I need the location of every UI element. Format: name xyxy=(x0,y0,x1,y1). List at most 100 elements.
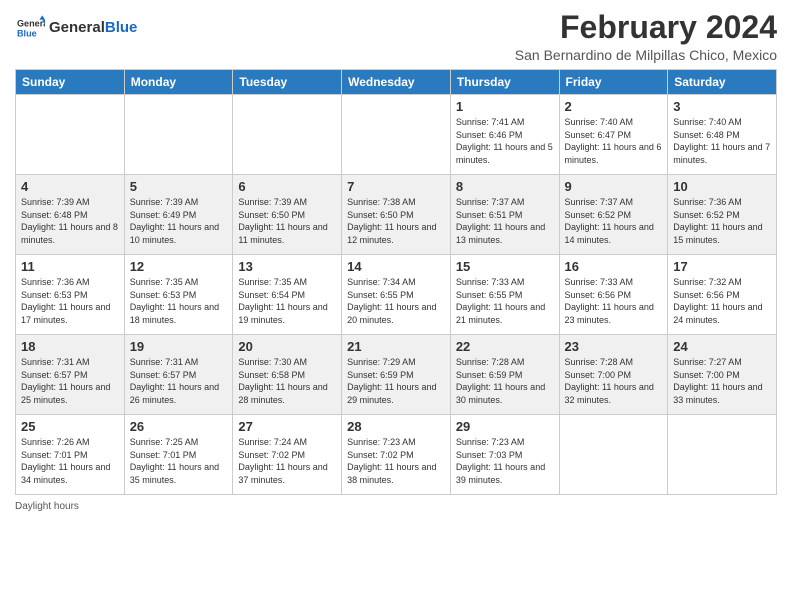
calendar-cell: 28Sunrise: 7:23 AM Sunset: 7:02 PM Dayli… xyxy=(342,415,451,495)
day-number: 16 xyxy=(565,259,663,274)
calendar-header-row: SundayMondayTuesdayWednesdayThursdayFrid… xyxy=(16,70,777,95)
day-info: Sunrise: 7:34 AM Sunset: 6:55 PM Dayligh… xyxy=(347,276,445,326)
calendar-week-row: 11 Sunrise: 7:36 AM Sunset: 6:53 PM Dayli… xyxy=(16,255,777,335)
day-info: Sunrise: 7:37 AM Sunset: 6:51 PM Dayligh… xyxy=(456,196,554,246)
day-info: Sunrise: 7:26 AM Sunset: 7:01 PM Dayligh… xyxy=(21,436,119,486)
day-info: Sunrise: 7:32 AM Sunset: 6:56 PM Dayligh… xyxy=(673,276,771,326)
calendar-cell: 12 Sunrise: 7:35 AM Sunset: 6:53 PM Dayli… xyxy=(124,255,233,335)
calendar-cell xyxy=(233,95,342,175)
calendar-table: SundayMondayTuesdayWednesdayThursdayFrid… xyxy=(15,69,777,495)
calendar-cell: 4Sunrise: 7:39 AM Sunset: 6:48 PM Daylig… xyxy=(16,175,125,255)
calendar-cell xyxy=(16,95,125,175)
calendar-cell: 23 Sunrise: 7:28 AM Sunset: 7:00 PM Dayli… xyxy=(559,335,668,415)
day-number: 26 xyxy=(130,419,228,434)
day-number: 24 xyxy=(673,339,771,354)
header: General Blue GeneralBlue February 2024 S… xyxy=(15,10,777,63)
footer: Daylight hours xyxy=(15,501,777,512)
day-info: Sunrise: 7:39 AM Sunset: 6:50 PM Dayligh… xyxy=(238,196,336,246)
logo-icon: General Blue xyxy=(17,14,45,42)
day-info: Sunrise: 7:38 AM Sunset: 6:50 PM Dayligh… xyxy=(347,196,445,246)
day-info: Sunrise: 7:33 AM Sunset: 6:56 PM Dayligh… xyxy=(565,276,663,326)
day-info: Sunrise: 7:36 AM Sunset: 6:53 PM Dayligh… xyxy=(21,276,119,326)
weekday-header: Sunday xyxy=(16,70,125,95)
calendar-cell: 19 Sunrise: 7:31 AM Sunset: 6:57 PM Dayli… xyxy=(124,335,233,415)
calendar-cell xyxy=(342,95,451,175)
calendar-cell: 20Sunrise: 7:30 AM Sunset: 6:58 PM Dayli… xyxy=(233,335,342,415)
day-info: Sunrise: 7:28 AM Sunset: 7:00 PM Dayligh… xyxy=(565,356,663,406)
day-number: 2 xyxy=(565,99,663,114)
day-number: 6 xyxy=(238,179,336,194)
day-number: 5 xyxy=(130,179,228,194)
day-info: Sunrise: 7:41 AM Sunset: 6:46 PM Dayligh… xyxy=(456,116,554,166)
calendar-cell: 2 Sunrise: 7:40 AM Sunset: 6:47 PM Daylig… xyxy=(559,95,668,175)
day-info: Sunrise: 7:30 AM Sunset: 6:58 PM Dayligh… xyxy=(238,356,336,406)
day-info: Sunrise: 7:24 AM Sunset: 7:02 PM Dayligh… xyxy=(238,436,336,486)
calendar-week-row: 4Sunrise: 7:39 AM Sunset: 6:48 PM Daylig… xyxy=(16,175,777,255)
day-number: 19 xyxy=(130,339,228,354)
day-number: 13 xyxy=(238,259,336,274)
day-info: Sunrise: 7:28 AM Sunset: 6:59 PM Dayligh… xyxy=(456,356,554,406)
day-number: 8 xyxy=(456,179,554,194)
day-number: 1 xyxy=(456,99,554,114)
calendar-cell: 24 Sunrise: 7:27 AM Sunset: 7:00 PM Dayli… xyxy=(668,335,777,415)
day-info: Sunrise: 7:25 AM Sunset: 7:01 PM Dayligh… xyxy=(130,436,228,486)
day-number: 17 xyxy=(673,259,771,274)
calendar-cell: 22 Sunrise: 7:28 AM Sunset: 6:59 PM Dayli… xyxy=(450,335,559,415)
calendar-cell xyxy=(559,415,668,495)
title-block: February 2024 San Bernardino de Milpilla… xyxy=(515,10,777,63)
day-info: Sunrise: 7:29 AM Sunset: 6:59 PM Dayligh… xyxy=(347,356,445,406)
calendar-cell: 18 Sunrise: 7:31 AM Sunset: 6:57 PM Dayli… xyxy=(16,335,125,415)
weekday-header: Saturday xyxy=(668,70,777,95)
calendar-cell: 7 Sunrise: 7:38 AM Sunset: 6:50 PM Daylig… xyxy=(342,175,451,255)
day-info: Sunrise: 7:39 AM Sunset: 6:49 PM Dayligh… xyxy=(130,196,228,246)
day-number: 21 xyxy=(347,339,445,354)
month-title: February 2024 xyxy=(515,10,777,45)
day-info: Sunrise: 7:35 AM Sunset: 6:53 PM Dayligh… xyxy=(130,276,228,326)
day-info: Sunrise: 7:23 AM Sunset: 7:03 PM Dayligh… xyxy=(456,436,554,486)
location-title: San Bernardino de Milpillas Chico, Mexic… xyxy=(515,47,777,63)
calendar-cell: 3Sunrise: 7:40 AM Sunset: 6:48 PM Daylig… xyxy=(668,95,777,175)
calendar-cell: 16 Sunrise: 7:33 AM Sunset: 6:56 PM Dayli… xyxy=(559,255,668,335)
weekday-header: Tuesday xyxy=(233,70,342,95)
day-number: 7 xyxy=(347,179,445,194)
logo-blue: Blue xyxy=(105,19,138,36)
calendar-week-row: 1 Sunrise: 7:41 AM Sunset: 6:46 PM Daylig… xyxy=(16,95,777,175)
day-info: Sunrise: 7:31 AM Sunset: 6:57 PM Dayligh… xyxy=(130,356,228,406)
day-number: 22 xyxy=(456,339,554,354)
calendar-cell: 27Sunrise: 7:24 AM Sunset: 7:02 PM Dayli… xyxy=(233,415,342,495)
day-number: 11 xyxy=(21,259,119,274)
day-number: 23 xyxy=(565,339,663,354)
calendar-cell: 15Sunrise: 7:33 AM Sunset: 6:55 PM Dayli… xyxy=(450,255,559,335)
day-info: Sunrise: 7:23 AM Sunset: 7:02 PM Dayligh… xyxy=(347,436,445,486)
day-number: 15 xyxy=(456,259,554,274)
calendar-cell: 11 Sunrise: 7:36 AM Sunset: 6:53 PM Dayli… xyxy=(16,255,125,335)
calendar-cell: 14 Sunrise: 7:34 AM Sunset: 6:55 PM Dayli… xyxy=(342,255,451,335)
day-number: 9 xyxy=(565,179,663,194)
calendar-cell: 21 Sunrise: 7:29 AM Sunset: 6:59 PM Dayli… xyxy=(342,335,451,415)
day-number: 18 xyxy=(21,339,119,354)
calendar-cell xyxy=(124,95,233,175)
calendar-cell: 29 Sunrise: 7:23 AM Sunset: 7:03 PM Dayli… xyxy=(450,415,559,495)
day-number: 12 xyxy=(130,259,228,274)
calendar-cell: 13 Sunrise: 7:35 AM Sunset: 6:54 PM Dayli… xyxy=(233,255,342,335)
logo: General Blue GeneralBlue xyxy=(15,14,137,42)
calendar-cell: 26 Sunrise: 7:25 AM Sunset: 7:01 PM Dayli… xyxy=(124,415,233,495)
calendar-cell: 8 Sunrise: 7:37 AM Sunset: 6:51 PM Daylig… xyxy=(450,175,559,255)
day-info: Sunrise: 7:31 AM Sunset: 6:57 PM Dayligh… xyxy=(21,356,119,406)
calendar-cell: 5 Sunrise: 7:39 AM Sunset: 6:49 PM Daylig… xyxy=(124,175,233,255)
day-number: 29 xyxy=(456,419,554,434)
calendar-cell: 25Sunrise: 7:26 AM Sunset: 7:01 PM Dayli… xyxy=(16,415,125,495)
day-number: 14 xyxy=(347,259,445,274)
weekday-header: Thursday xyxy=(450,70,559,95)
calendar-cell: 6 Sunrise: 7:39 AM Sunset: 6:50 PM Daylig… xyxy=(233,175,342,255)
weekday-header: Friday xyxy=(559,70,668,95)
day-info: Sunrise: 7:40 AM Sunset: 6:48 PM Dayligh… xyxy=(673,116,771,166)
calendar-week-row: 25Sunrise: 7:26 AM Sunset: 7:01 PM Dayli… xyxy=(16,415,777,495)
day-number: 4 xyxy=(21,179,119,194)
calendar-cell: 10Sunrise: 7:36 AM Sunset: 6:52 PM Dayli… xyxy=(668,175,777,255)
day-info: Sunrise: 7:35 AM Sunset: 6:54 PM Dayligh… xyxy=(238,276,336,326)
day-info: Sunrise: 7:36 AM Sunset: 6:52 PM Dayligh… xyxy=(673,196,771,246)
calendar-week-row: 18 Sunrise: 7:31 AM Sunset: 6:57 PM Dayli… xyxy=(16,335,777,415)
day-info: Sunrise: 7:40 AM Sunset: 6:47 PM Dayligh… xyxy=(565,116,663,166)
day-info: Sunrise: 7:27 AM Sunset: 7:00 PM Dayligh… xyxy=(673,356,771,406)
